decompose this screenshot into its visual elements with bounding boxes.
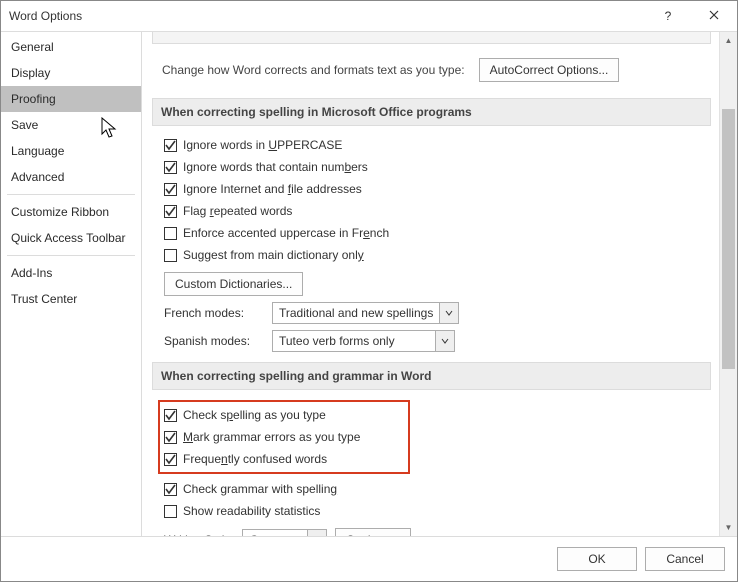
vertical-scrollbar[interactable]: ▲ ▼ <box>719 32 737 536</box>
sidebar-item-language[interactable]: Language <box>1 138 141 164</box>
office-opt-3-checkbox[interactable] <box>164 205 177 218</box>
sidebar-item-proofing[interactable]: Proofing <box>1 86 141 112</box>
settings-button[interactable]: Settings... <box>335 528 410 536</box>
word-opt-1-label: Show readability statistics <box>183 504 320 518</box>
office-opt-0-label: Ignore words in UPPERCASE <box>183 138 342 152</box>
intro-text: Change how Word corrects and formats tex… <box>162 63 465 77</box>
chevron-down-icon <box>307 530 326 536</box>
word-opt-1-checkbox[interactable] <box>164 505 177 518</box>
sidebar-item-quick-access-toolbar[interactable]: Quick Access Toolbar <box>1 225 141 251</box>
office-opt-5-checkbox[interactable] <box>164 249 177 262</box>
sidebar-item-customize-ribbon[interactable]: Customize Ribbon <box>1 199 141 225</box>
word-opt-hl-0-label: Check spelling as you type <box>183 408 326 422</box>
sidebar-item-display[interactable]: Display <box>1 60 141 86</box>
word-opt-hl-2-label: Frequently confused words <box>183 452 327 466</box>
scroll-thumb[interactable] <box>722 109 735 369</box>
french-modes-label: French modes: <box>164 306 264 320</box>
sidebar-item-general[interactable]: General <box>1 34 141 60</box>
office-opt-3-label: Flag repeated words <box>183 204 292 218</box>
section-heading-word: When correcting spelling and grammar in … <box>152 362 711 390</box>
spanish-modes-label: Spanish modes: <box>164 334 264 348</box>
scroll-down-icon[interactable]: ▼ <box>720 519 737 536</box>
window-title: Word Options <box>9 9 645 23</box>
office-opt-5-label: Suggest from main dictionary only <box>183 248 364 262</box>
custom-dictionaries-button[interactable]: Custom Dictionaries... <box>164 272 303 296</box>
ok-button[interactable]: OK <box>557 547 637 571</box>
office-opt-4-label: Enforce accented uppercase in French <box>183 226 389 240</box>
category-sidebar: GeneralDisplayProofingSaveLanguageAdvanc… <box>1 32 142 536</box>
titlebar: Word Options ? <box>1 1 737 32</box>
sidebar-item-trust-center[interactable]: Trust Center <box>1 286 141 312</box>
word-opt-0-checkbox[interactable] <box>164 483 177 496</box>
help-icon: ? <box>665 9 672 23</box>
close-button[interactable] <box>691 1 737 31</box>
word-opt-0-label: Check grammar with spelling <box>183 482 337 496</box>
french-modes-select[interactable]: Traditional and new spellings <box>272 302 459 324</box>
header-strip <box>152 32 711 44</box>
word-opt-hl-2-checkbox[interactable] <box>164 453 177 466</box>
sidebar-item-save[interactable]: Save <box>1 112 141 138</box>
help-button[interactable]: ? <box>645 1 691 31</box>
chevron-down-icon <box>439 303 458 323</box>
office-opt-2-checkbox[interactable] <box>164 183 177 196</box>
word-opt-hl-1-label: Mark grammar errors as you type <box>183 430 360 444</box>
chevron-down-icon <box>435 331 454 351</box>
office-opt-1-label: Ignore words that contain numbers <box>183 160 368 174</box>
close-icon <box>709 9 719 23</box>
section-heading-office: When correcting spelling in Microsoft Of… <box>152 98 711 126</box>
cancel-button[interactable]: Cancel <box>645 547 725 571</box>
sidebar-item-advanced[interactable]: Advanced <box>1 164 141 190</box>
autocorrect-options-button[interactable]: AutoCorrect Options... <box>479 58 620 82</box>
writing-style-select[interactable]: Grammar <box>242 529 327 536</box>
sidebar-item-add-ins[interactable]: Add-Ins <box>1 260 141 286</box>
office-opt-1-checkbox[interactable] <box>164 161 177 174</box>
dialog-footer: OK Cancel <box>1 536 737 581</box>
word-opt-hl-0-checkbox[interactable] <box>164 409 177 422</box>
word-options-dialog: Word Options ? GeneralDisplayProofingSav… <box>0 0 738 582</box>
office-opt-4-checkbox[interactable] <box>164 227 177 240</box>
options-content: Change how Word corrects and formats tex… <box>142 32 719 536</box>
office-opt-2-label: Ignore Internet and file addresses <box>183 182 362 196</box>
scroll-up-icon[interactable]: ▲ <box>720 32 737 49</box>
highlight-box: Check spelling as you type Mark grammar e… <box>158 400 410 474</box>
word-opt-hl-1-checkbox[interactable] <box>164 431 177 444</box>
spanish-modes-select[interactable]: Tuteo verb forms only <box>272 330 455 352</box>
writing-style-label: Writing Style: <box>164 533 234 536</box>
office-opt-0-checkbox[interactable] <box>164 139 177 152</box>
